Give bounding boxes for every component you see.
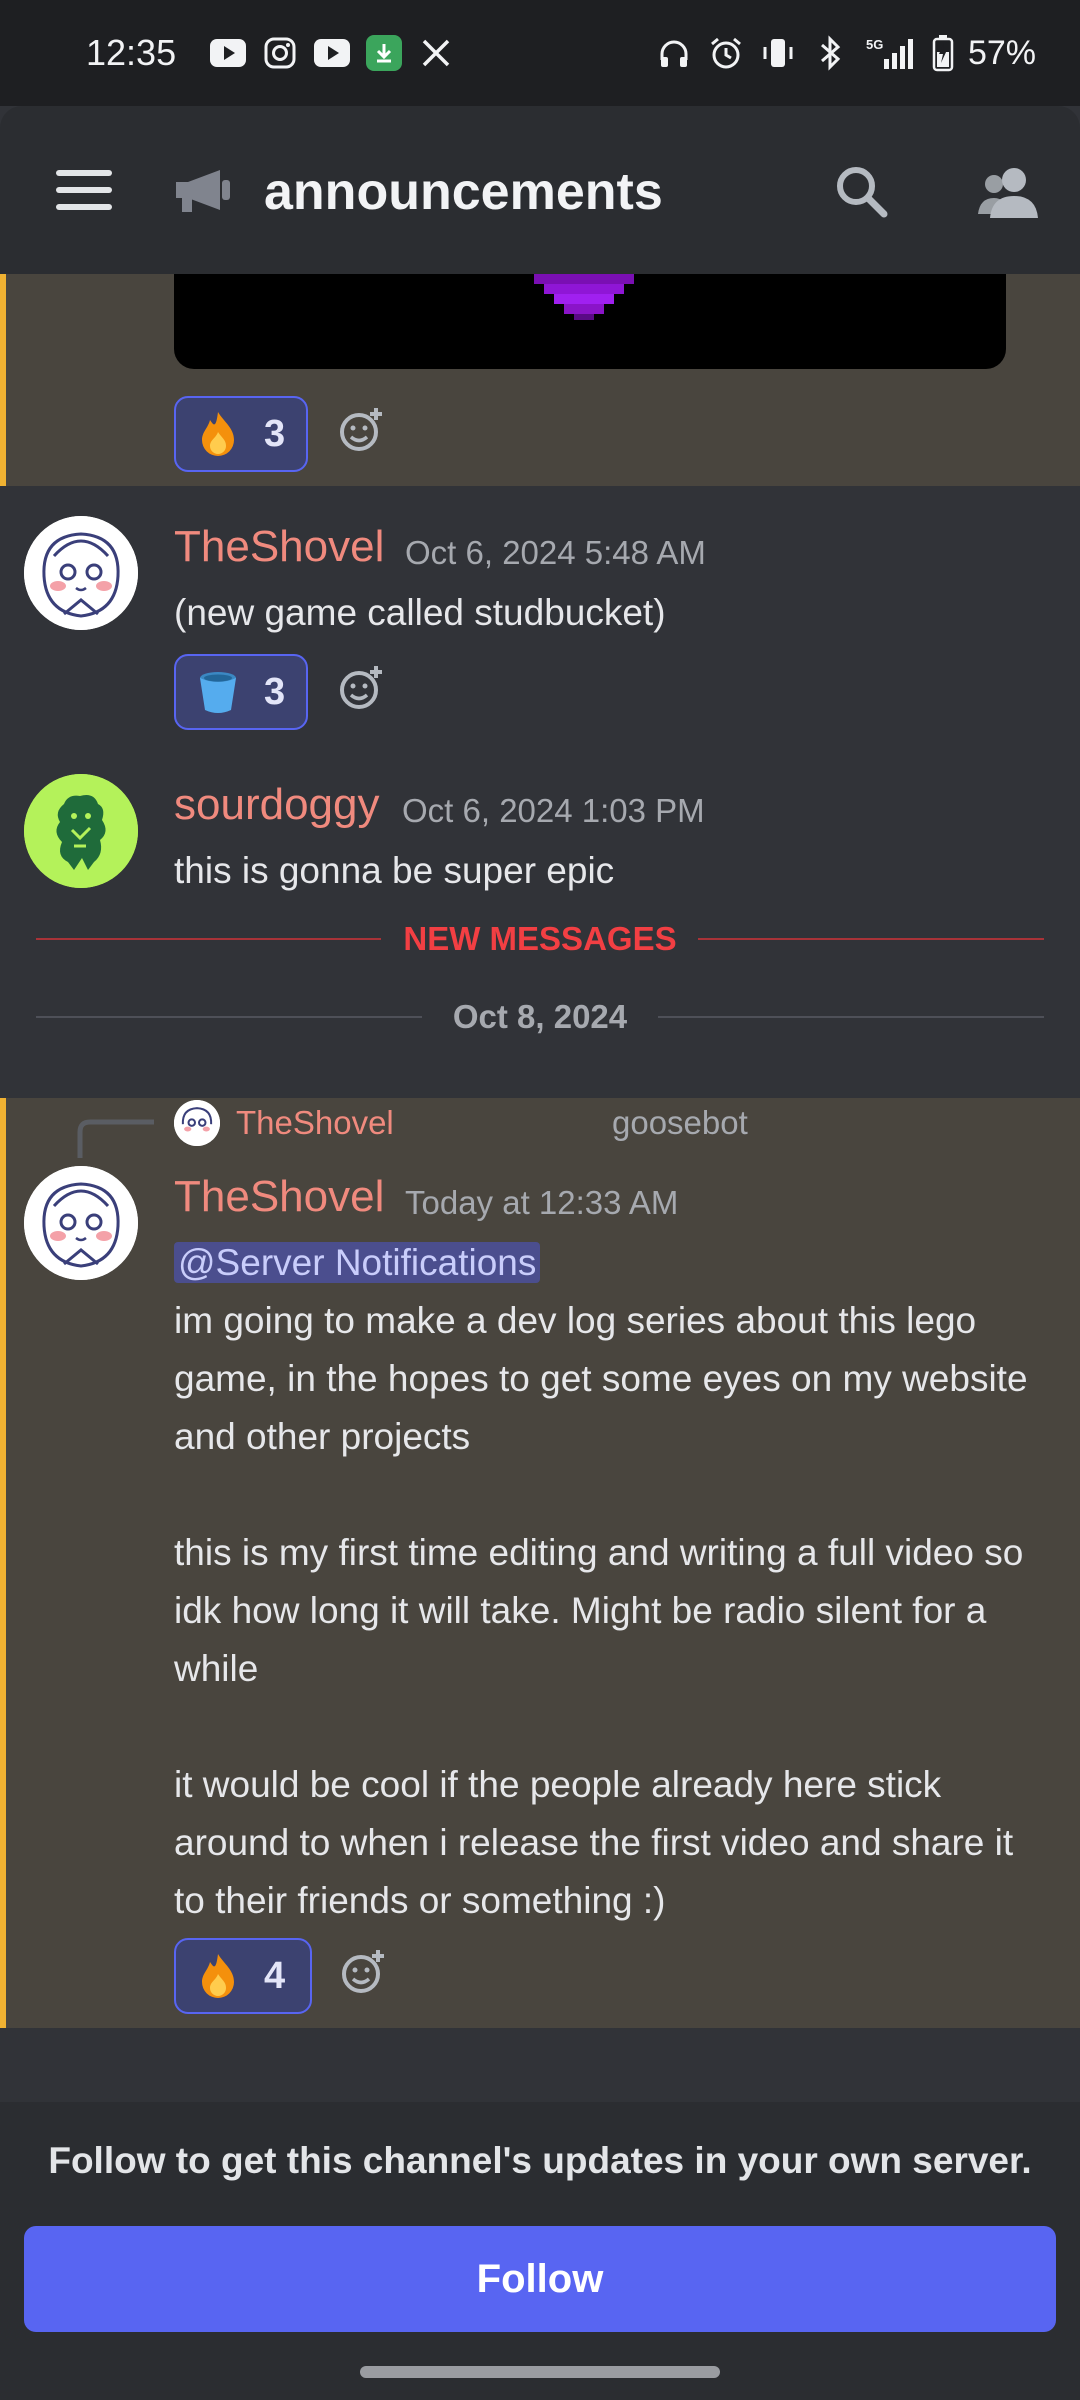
message-content: (new game called studbucket) [174, 592, 666, 633]
role-mention[interactable]: @Server Notifications [174, 1242, 541, 1283]
add-reaction-icon[interactable] [338, 406, 386, 454]
add-reaction-icon[interactable] [340, 1948, 388, 1996]
reaction-count: 3 [264, 670, 286, 713]
avatar[interactable] [24, 1166, 138, 1280]
battery-charging-icon [930, 33, 956, 73]
message-paragraph: this is my first time editing and writin… [174, 1532, 1034, 1689]
menu-icon[interactable] [56, 170, 112, 210]
reaction-bucket[interactable]: 3 [174, 654, 308, 730]
fire-emoji-icon [194, 410, 242, 458]
battery-percent: 57% [967, 33, 1036, 72]
new-messages-divider: NEW MESSAGES [403, 920, 677, 957]
reaction-fire[interactable]: 4 [174, 1938, 312, 2014]
download-notification-icon [366, 35, 403, 71]
message-username[interactable]: TheShovel [174, 522, 384, 572]
avatar[interactable] [24, 774, 138, 888]
add-reaction-icon[interactable] [338, 664, 386, 712]
reply-username[interactable]: TheShovel [236, 1104, 394, 1142]
message-mention: @Server Notifications [174, 1234, 1054, 1292]
new-messages-divider-line [36, 938, 381, 940]
avatar[interactable] [24, 516, 138, 630]
bluetooth-icon [810, 33, 850, 73]
reply-preview[interactable]: goosebot [612, 1104, 748, 1142]
vibrate-icon [758, 33, 798, 73]
date-divider-line [36, 1016, 422, 1018]
alarm-icon [706, 33, 746, 73]
svg-text:5G: 5G [866, 37, 883, 52]
reaction-fire[interactable]: 3 [174, 396, 308, 472]
members-icon[interactable] [976, 164, 1040, 220]
headphones-icon [654, 33, 694, 73]
message-timestamp: Oct 6, 2024 1:03 PM [402, 792, 705, 829]
channel-title: announcements [264, 163, 663, 221]
channel-header: announcements [0, 106, 1080, 274]
signal-5g-icon: 5G [862, 33, 918, 73]
reply-avatar [174, 1100, 220, 1146]
reaction-count: 4 [264, 1954, 286, 1997]
x-notification-icon [418, 35, 454, 71]
follow-note: Follow to get this channel's updates in … [48, 2140, 1032, 2181]
home-indicator[interactable] [360, 2366, 720, 2378]
date-divider-line [658, 1016, 1044, 1018]
announcement-channel-icon [172, 166, 232, 216]
reply-connector [77, 1119, 154, 1158]
youtube-notification-icon [314, 35, 351, 71]
message-paragraph: im going to make a dev log series about … [174, 1300, 1038, 1457]
fire-emoji-icon [194, 1952, 242, 2000]
message-paragraph: it would be cool if the people already h… [174, 1764, 1024, 1921]
reaction-count: 3 [264, 412, 286, 455]
status-indicators: 5G 57% [654, 33, 1036, 73]
message-timestamp: Oct 6, 2024 5:48 AM [405, 534, 706, 571]
message-username[interactable]: TheShovel [174, 1172, 384, 1222]
message-content: this is gonna be super epic [174, 850, 615, 891]
date-divider: Oct 8, 2024 [452, 998, 628, 1035]
follow-button[interactable]: Follow [24, 2226, 1056, 2332]
message-timestamp: Today at 12:33 AM [405, 1184, 679, 1221]
bucket-emoji-icon [194, 668, 242, 716]
status-time: 12:35 [86, 32, 177, 73]
youtube-notification-icon [210, 35, 247, 71]
image-attachment[interactable] [174, 274, 1006, 369]
instagram-notification-icon [262, 35, 298, 71]
new-messages-divider-line [698, 938, 1044, 940]
status-bar: 12:35 5G 57% [0, 0, 1080, 106]
search-icon[interactable] [834, 164, 890, 220]
message-username[interactable]: sourdoggy [174, 780, 379, 830]
